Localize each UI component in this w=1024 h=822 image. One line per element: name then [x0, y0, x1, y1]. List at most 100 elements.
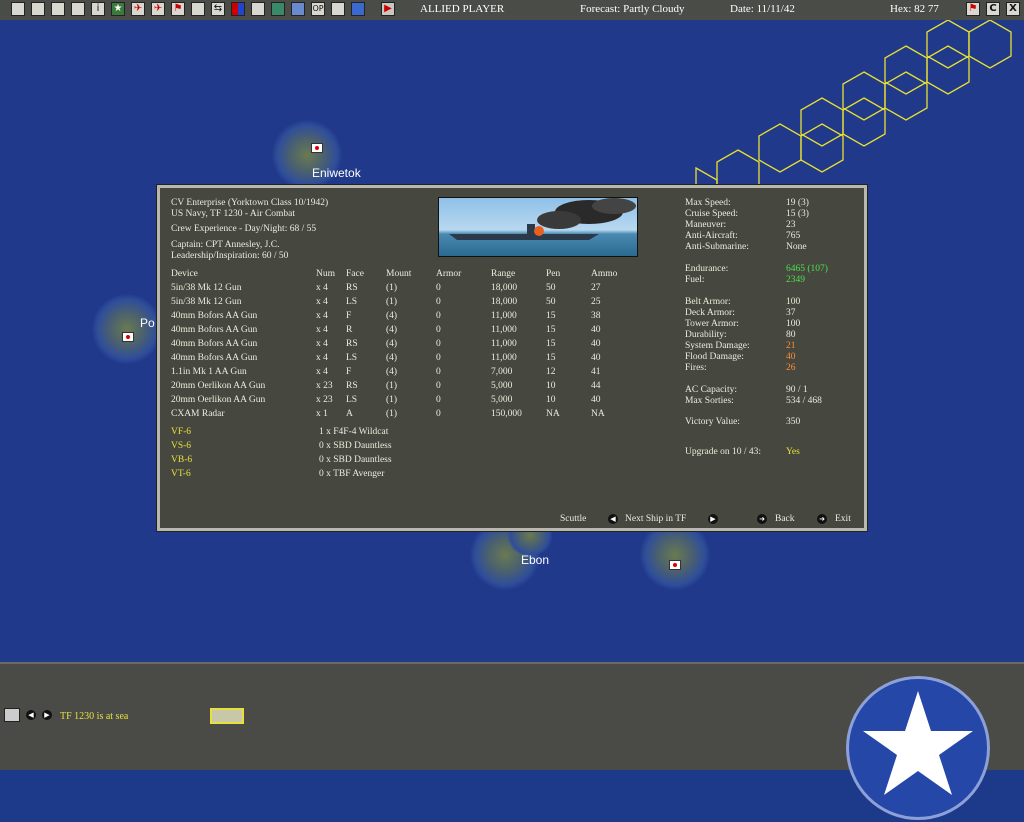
fires-label: Fires: — [685, 363, 707, 373]
device-mount-cell: (4) — [386, 353, 398, 363]
max-speed-label: Max Speed: — [685, 198, 731, 208]
eniwetok-label: Eniwetok — [312, 166, 361, 180]
device-mount-cell: (4) — [386, 325, 398, 335]
screen-icon[interactable] — [331, 2, 345, 16]
squadron-name[interactable]: VT-6 — [171, 469, 191, 480]
info-icon[interactable]: i — [91, 2, 105, 16]
device-face-cell: LS — [346, 395, 358, 405]
scuttle-button[interactable]: Scuttle — [560, 514, 586, 525]
back-button[interactable]: Back — [775, 514, 795, 525]
device-range-cell: 11,000 — [491, 353, 517, 363]
device-face-cell: LS — [346, 297, 358, 307]
next-ship-icon[interactable]: ▶ — [708, 514, 718, 524]
flood-damage-label: Flood Damage: — [685, 352, 744, 362]
eye-icon[interactable] — [351, 2, 365, 16]
prev-ship-icon[interactable]: ◀ — [608, 514, 618, 524]
group-icon[interactable] — [51, 2, 65, 16]
japan-flag-icon[interactable] — [311, 143, 323, 153]
device-num-cell: x 23 — [316, 381, 333, 391]
ac-capacity-value: 90 / 1 — [786, 385, 808, 395]
flag-red-icon[interactable]: ⚑ — [966, 2, 980, 16]
device-mount-cell: (1) — [386, 381, 398, 391]
tf-status-text: TF 1230 is at sea — [60, 711, 129, 722]
tower-armor-value: 100 — [786, 319, 801, 329]
squadron-name[interactable]: VF-6 — [171, 427, 191, 438]
ship-icon[interactable] — [251, 2, 265, 16]
x-icon[interactable]: X — [1006, 2, 1020, 16]
prev-tf-icon[interactable]: ◀ — [26, 710, 36, 720]
color-icon[interactable] — [231, 2, 245, 16]
device-mount-cell: (1) — [386, 395, 398, 405]
device-range-cell: 11,000 — [491, 325, 517, 335]
device-mount-cell: (4) — [386, 311, 398, 321]
upgrade-label: Upgrade on 10 / 43: — [685, 447, 761, 457]
device-ammo-cell: 44 — [591, 381, 601, 391]
tf-icon[interactable] — [4, 708, 20, 722]
device-num-cell: x 4 — [316, 283, 328, 293]
device-range-cell: 5,000 — [491, 381, 513, 391]
device-num-cell: x 4 — [316, 339, 328, 349]
fuel-label: Fuel: — [685, 275, 705, 285]
device-device-cell: 1.1in Mk 1 AA Gun — [171, 367, 247, 377]
device-ammo-cell: 27 — [591, 283, 601, 293]
device-range-cell: 18,000 — [491, 283, 518, 293]
op-icon[interactable]: OP — [311, 2, 325, 16]
device-armor-cell: 0 — [436, 367, 441, 377]
play-icon[interactable]: ▶ — [381, 2, 395, 16]
crew-experience: Crew Experience - Day/Night: 68 / 55 — [171, 224, 317, 234]
ship-counter-icon[interactable] — [210, 708, 244, 724]
device-pen-cell: 15 — [546, 353, 556, 363]
header-armor: Armor — [436, 269, 462, 279]
flag-icon[interactable]: ⚑ — [171, 2, 185, 16]
device-num-cell: x 1 — [316, 409, 328, 419]
ship-affiliation: US Navy, TF 1230 - Air Combat — [171, 209, 296, 219]
ebon-label: Ebon — [521, 553, 550, 567]
report-icon[interactable] — [31, 2, 45, 16]
c-icon[interactable]: C — [986, 2, 1000, 16]
squadron-name[interactable]: VS-6 — [171, 441, 191, 452]
air2-icon[interactable]: ✈ — [151, 2, 165, 16]
device-device-cell: 40mm Bofors AA Gun — [171, 339, 258, 349]
base-icon[interactable] — [191, 2, 205, 16]
exit-button[interactable]: Exit — [835, 514, 851, 525]
device-ammo-cell: 40 — [591, 339, 601, 349]
japan-flag-icon[interactable] — [669, 560, 681, 570]
device-face-cell: F — [346, 367, 352, 377]
globe2-icon[interactable] — [291, 2, 305, 16]
squadron-aircraft: 0 x TBF Avenger — [319, 469, 385, 479]
globe-icon[interactable] — [271, 2, 285, 16]
device-pen-cell: 50 — [546, 283, 556, 293]
header-device: Device — [171, 269, 198, 279]
device-pen-cell: 50 — [546, 297, 556, 307]
device-pen-cell: 12 — [546, 367, 556, 377]
device-pen-cell: 10 — [546, 381, 556, 391]
star-icon[interactable]: ★ — [111, 2, 125, 16]
max-sorties-value: 534 / 468 — [786, 396, 822, 406]
device-device-cell: 20mm Oerlikon AA Gun — [171, 395, 266, 405]
squadron-name[interactable]: VB-6 — [171, 455, 192, 466]
device-pen-cell: 15 — [546, 325, 556, 335]
system-damage-value: 21 — [786, 341, 796, 351]
device-num-cell: x 23 — [316, 395, 333, 405]
player-label: ALLIED PLAYER — [420, 3, 505, 15]
menu-icon[interactable] — [11, 2, 25, 16]
device-range-cell: 7,000 — [491, 367, 513, 377]
squadron-aircraft: 0 x SBD Dauntless — [319, 441, 392, 451]
header-pen: Pen — [546, 269, 561, 279]
device-device-cell: 40mm Bofors AA Gun — [171, 325, 258, 335]
exit-icon[interactable]: ➜ — [817, 514, 827, 524]
top-toolbar: i ★ ✈ ✈ ⚑ ⇆ OP ▶ ALLIED PLAYER Forecast:… — [0, 0, 1024, 21]
swap-icon[interactable]: ⇆ — [211, 2, 225, 16]
back-icon[interactable]: ➜ — [757, 514, 767, 524]
ac-capacity-label: AC Capacity: — [685, 385, 737, 395]
japan-flag-icon[interactable] — [122, 332, 134, 342]
list-icon[interactable] — [71, 2, 85, 16]
air-icon[interactable]: ✈ — [131, 2, 145, 16]
anti-aircraft-value: 765 — [786, 231, 801, 241]
device-ammo-cell: 41 — [591, 367, 601, 377]
device-device-cell: CXAM Radar — [171, 409, 225, 419]
device-device-cell: 40mm Bofors AA Gun — [171, 311, 258, 321]
next-tf-icon[interactable]: ▶ — [42, 710, 52, 720]
device-pen-cell: NA — [546, 409, 560, 419]
leadership: Leadership/Inspiration: 60 / 50 — [171, 251, 289, 261]
